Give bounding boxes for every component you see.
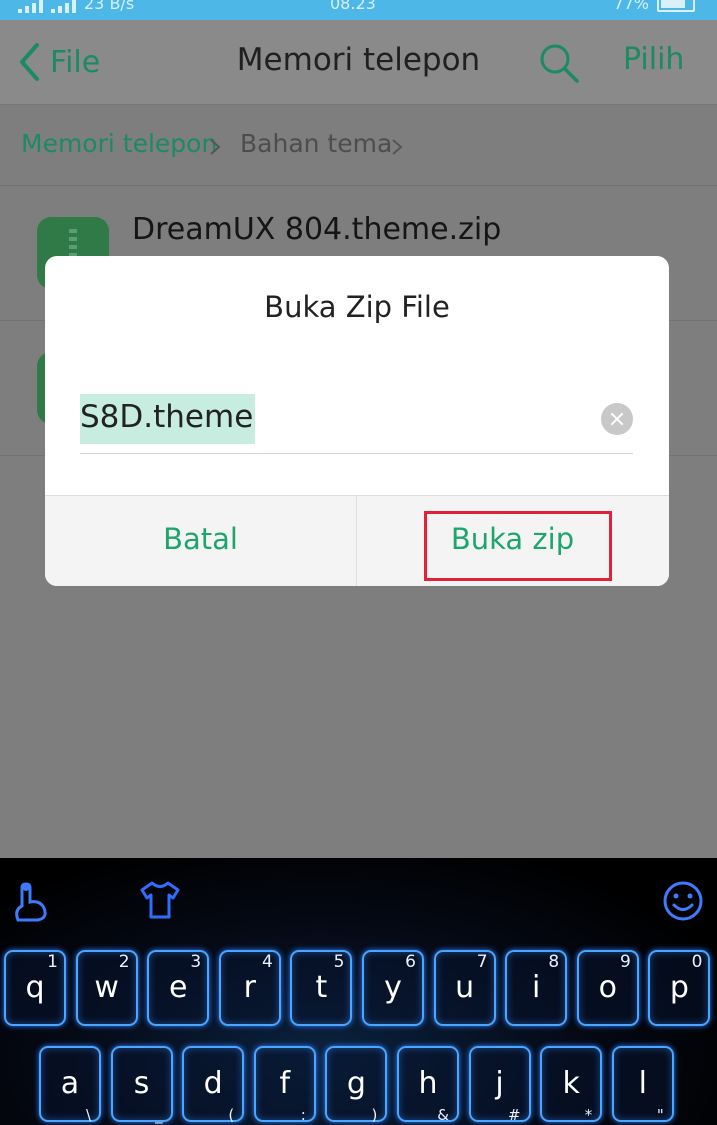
- zip-name-value[interactable]: S8D.theme: [80, 394, 256, 444]
- key-secondary-label: :: [300, 1106, 306, 1124]
- key-label: h: [418, 1066, 438, 1101]
- key-a[interactable]: \ a: [39, 1046, 101, 1124]
- key-label: e: [168, 970, 188, 1005]
- key-j[interactable]: # j: [468, 1046, 531, 1124]
- key-r[interactable]: 4r: [218, 950, 281, 1026]
- key-label: j: [495, 1066, 504, 1101]
- breadcrumb: Memori telepon Bahan tema: [0, 105, 717, 186]
- key-secondary-label: &: [437, 1106, 449, 1124]
- clear-icon[interactable]: [601, 403, 633, 435]
- shirt-icon: [140, 881, 180, 919]
- key-f[interactable]: :f: [253, 1046, 316, 1124]
- chevron-right-icon: [392, 139, 403, 155]
- key-k[interactable]: * k: [540, 1046, 603, 1124]
- breadcrumb-item-theme-material[interactable]: Bahan tema: [240, 129, 392, 158]
- select-button[interactable]: Pilih: [623, 42, 684, 77]
- signal-icon: [18, 0, 43, 13]
- key-h[interactable]: & h: [397, 1046, 459, 1124]
- key-q[interactable]: 1q: [4, 950, 66, 1026]
- cancel-button[interactable]: Batal: [45, 496, 357, 586]
- key-secondary-label: 3: [190, 952, 202, 972]
- app-bar: File Memori telepon Pilih: [0, 20, 717, 105]
- theme-button[interactable]: [138, 880, 182, 924]
- key-s[interactable]: _ s: [110, 1046, 173, 1124]
- key-label: w: [94, 970, 119, 1005]
- unzip-button[interactable]: Buka zip: [357, 496, 668, 586]
- key-u[interactable]: 7u: [433, 950, 496, 1026]
- key-secondary-label: ": [656, 1106, 664, 1124]
- key-label: t: [315, 970, 328, 1005]
- key-secondary-label: 2: [118, 952, 130, 972]
- key-l[interactable]: " l: [611, 1046, 674, 1124]
- key-secondary-label: #: [508, 1106, 521, 1124]
- key-secondary-label: _: [155, 1106, 163, 1124]
- key-i[interactable]: 8i: [505, 950, 568, 1026]
- unzip-dialog: Buka Zip File S8D.theme Batal Buka zip: [45, 256, 669, 586]
- key-label: u: [455, 970, 475, 1005]
- key-w[interactable]: 2w: [75, 950, 138, 1026]
- key-secondary-label: 8: [548, 952, 560, 972]
- page-title: Memori telepon: [236, 42, 481, 78]
- chevron-right-icon: [210, 139, 221, 155]
- key-label: s: [133, 1066, 150, 1101]
- touchpal-logo-icon: [15, 882, 47, 922]
- key-secondary-label: (: [228, 1106, 235, 1124]
- key-secondary-label: ): [371, 1106, 378, 1124]
- dialog-title: Buka Zip File: [264, 290, 450, 324]
- key-secondary-label: 9: [619, 952, 631, 972]
- key-label: l: [638, 1066, 647, 1101]
- search-button[interactable]: [538, 42, 580, 88]
- search-icon: [540, 44, 579, 83]
- keyboard-menu-button[interactable]: [10, 880, 54, 928]
- key-label: f: [279, 1066, 291, 1101]
- key-secondary-label: \: [85, 1106, 91, 1124]
- emoji-button[interactable]: [662, 880, 704, 926]
- key-label: d: [203, 1066, 223, 1101]
- key-secondary-label: 6: [405, 952, 416, 972]
- key-secondary-label: *: [584, 1106, 593, 1124]
- key-secondary-label: 5: [333, 952, 345, 972]
- zip-name-input[interactable]: S8D.theme: [80, 393, 633, 454]
- key-e[interactable]: 3e: [147, 950, 210, 1026]
- key-label: q: [25, 970, 45, 1005]
- file-name: DreamUX 804.theme.zip: [132, 212, 502, 247]
- key-label: y: [384, 970, 402, 1005]
- key-label: a: [60, 1066, 80, 1101]
- key-d[interactable]: (d: [182, 1046, 245, 1124]
- breadcrumb-item-phone-memory[interactable]: Memori telepon: [21, 129, 217, 158]
- key-secondary-label: 7: [476, 952, 488, 972]
- key-secondary-label: 0: [691, 952, 703, 972]
- status-bar: 23 B/s 08.23 77%: [0, 0, 717, 20]
- dialog-buttons: Batal Buka zip: [45, 495, 669, 586]
- key-label: i: [532, 970, 541, 1005]
- signal-2-icon: [51, 0, 76, 13]
- key-secondary-label: 1: [47, 952, 58, 972]
- battery-icon: [657, 0, 695, 12]
- status-left: 23 B/s: [18, 0, 134, 13]
- key-label: p: [669, 970, 689, 1005]
- key-label: g: [346, 1066, 366, 1101]
- key-secondary-label: 4: [261, 952, 273, 972]
- key-label: o: [598, 970, 617, 1005]
- key-label: r: [243, 970, 256, 1005]
- network-speed: 23 B/s: [84, 0, 135, 13]
- key-y[interactable]: 6y: [362, 950, 424, 1026]
- status-right: 77%: [613, 0, 695, 13]
- key-label: k: [562, 1066, 580, 1101]
- key-g[interactable]: ) g: [325, 1046, 388, 1124]
- key-p[interactable]: 0p: [648, 950, 711, 1026]
- status-time: 08.23: [330, 0, 376, 13]
- keyboard: 1q2w3e4r5t6y7u8i9o0p \ a _ s(d: f) g & h # j * k " l: [0, 858, 717, 1125]
- emoji-icon: [663, 881, 703, 921]
- battery-percent: 77%: [613, 0, 649, 13]
- key-t[interactable]: 5t: [290, 950, 353, 1026]
- key-o[interactable]: 9o: [576, 950, 639, 1026]
